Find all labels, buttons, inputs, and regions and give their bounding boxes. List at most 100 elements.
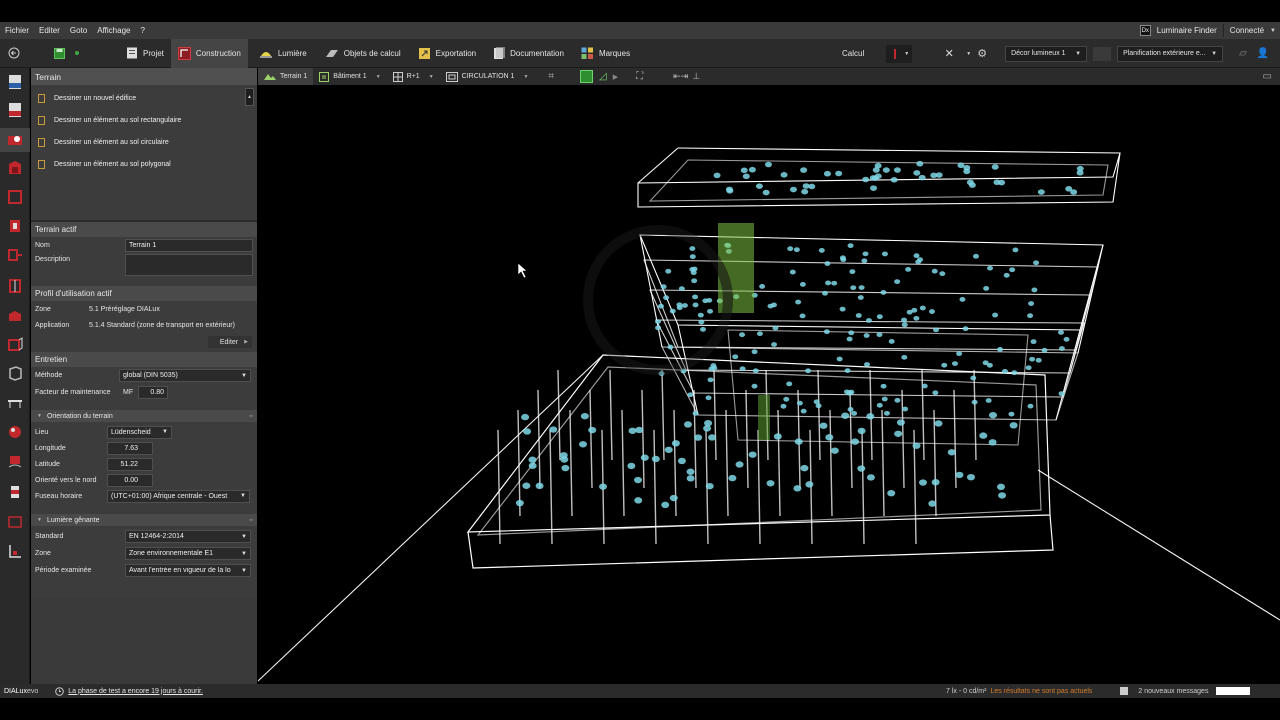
- grid-snap-icon[interactable]: ⌗: [548, 71, 554, 82]
- rectangle-tool-icon[interactable]: [7, 514, 23, 530]
- messages-text[interactable]: 2 nouveaux messages: [1138, 688, 1208, 695]
- height-icon[interactable]: ⊥: [692, 71, 700, 82]
- luminaire: [771, 342, 778, 347]
- quick-action-button[interactable]: [69, 39, 85, 68]
- tab-construction[interactable]: Construction: [170, 38, 248, 68]
- menu-help[interactable]: ?: [135, 26, 149, 35]
- tab-circulation-1[interactable]: CIRCULATION 1 ▼: [440, 68, 535, 85]
- panel-scroll-handle[interactable]: ▲: [245, 88, 254, 106]
- latitude-input[interactable]: 51.22: [107, 457, 153, 471]
- methode-select-value: global (DIN 5035): [123, 372, 178, 379]
- edit-profile-button[interactable]: Editer ▶: [208, 336, 252, 348]
- ceiling-tool-icon[interactable]: [7, 395, 23, 411]
- chevron-down-icon[interactable]: ▼: [429, 74, 434, 80]
- zone-env-select[interactable]: Zone environnementale E1 ▼: [125, 547, 251, 560]
- tab-objets-calcul[interactable]: Objets de calcul: [318, 39, 408, 68]
- luminaire: [661, 501, 670, 509]
- luminaire: [865, 318, 872, 323]
- luminaire: [818, 248, 825, 253]
- description-input[interactable]: [125, 254, 253, 276]
- 3d-viewport[interactable]: [258, 85, 1280, 684]
- lumiere-genante-header[interactable]: ▼ Lumière gênante ━: [31, 514, 257, 526]
- task-draw-polygon-element[interactable]: Dessiner un élément au sol polygonal: [31, 153, 257, 175]
- dimension-tool-icon[interactable]: [7, 543, 23, 559]
- wall-tool-icon[interactable]: [7, 218, 23, 234]
- tab-projet[interactable]: Projet: [119, 39, 171, 68]
- decor-select[interactable]: Décor lumineux 1 ▼: [1005, 45, 1088, 62]
- calcul-button[interactable]: Calcul: [836, 49, 870, 58]
- chevron-down-icon[interactable]: ▼: [376, 74, 381, 80]
- building-tool-icon[interactable]: [7, 160, 23, 176]
- chevron-down-icon: ▼: [241, 533, 247, 540]
- chevron-down-icon[interactable]: ▼: [1270, 28, 1276, 34]
- gear-icon[interactable]: ⚙: [977, 47, 987, 60]
- decor-options-button[interactable]: [1093, 46, 1112, 61]
- menu-fichier[interactable]: Fichier: [0, 26, 34, 35]
- view-3d-button[interactable]: [580, 70, 594, 83]
- tab-marques[interactable]: Marques: [574, 39, 637, 68]
- user-icon[interactable]: 👤: [1257, 48, 1269, 59]
- chevron-down-icon[interactable]: ▼: [966, 51, 971, 57]
- menu-editer[interactable]: Editer: [34, 26, 65, 35]
- nord-input[interactable]: 0.00: [107, 473, 153, 487]
- nom-input[interactable]: Terrain 1: [125, 238, 253, 252]
- fit-view-icon[interactable]: ⛶: [636, 71, 643, 82]
- luminaire-finder-link[interactable]: Luminaire Finder: [1157, 26, 1217, 35]
- pin-icon[interactable]: ━: [249, 517, 253, 524]
- layers-icon[interactable]: ▱: [1239, 48, 1247, 59]
- task-draw-circle-element[interactable]: Dessiner un élément au sol circulaire: [31, 131, 257, 153]
- tab-exportation[interactable]: Exportation: [411, 39, 483, 68]
- tab-documentation[interactable]: Documentation: [486, 39, 571, 68]
- dwg-import-icon[interactable]: [7, 74, 23, 90]
- tab-batiment-1[interactable]: Bâtiment 1 ▼: [313, 68, 386, 85]
- planification-select[interactable]: Planification extérieure e... ▼: [1117, 45, 1224, 62]
- mf-input[interactable]: 0.80: [138, 385, 168, 399]
- task-draw-rect-element[interactable]: Dessiner un élément au sol rectangulaire: [31, 109, 257, 131]
- longitude-input[interactable]: 7.63: [107, 441, 153, 455]
- pin-icon[interactable]: ━: [249, 413, 253, 420]
- delete-button[interactable]: ✕: [938, 45, 960, 63]
- tab-terrain-1[interactable]: Terrain 1: [258, 68, 314, 85]
- save-button[interactable]: [50, 39, 69, 68]
- tab-construction-label: Construction: [195, 48, 241, 58]
- floor-tool-icon[interactable]: [7, 189, 23, 205]
- row-nom: Nom Terrain 1: [31, 237, 257, 253]
- view-plan-icon[interactable]: ◿: [599, 71, 607, 82]
- tab-r-plus-1[interactable]: R+1 ▼: [387, 68, 440, 85]
- calc-stop-button[interactable]: ▼: [886, 44, 913, 63]
- window-tool-icon[interactable]: [7, 308, 23, 324]
- terrain-tool-active[interactable]: [0, 128, 30, 152]
- chevron-down-icon[interactable]: ▼: [523, 74, 528, 80]
- lieu-select[interactable]: Lüdenscheid ▼: [107, 425, 172, 439]
- paint-tool-icon[interactable]: [7, 424, 23, 440]
- element-tool-icon[interactable]: [7, 484, 23, 500]
- chevron-right-icon[interactable]: ▶: [613, 73, 618, 81]
- ifc-import-icon[interactable]: [7, 102, 23, 118]
- luminaire: [881, 396, 888, 402]
- messages-icon[interactable]: [1120, 687, 1129, 695]
- task-draw-building[interactable]: Dessiner un nouvel édifice: [31, 87, 257, 109]
- luminaire: [825, 434, 834, 441]
- fuseau-select[interactable]: (UTC+01:00) Afrique centrale - Ouest ▼: [107, 489, 250, 503]
- room-tool-icon[interactable]: [7, 247, 23, 263]
- methode-select[interactable]: global (DIN 5035) ▼: [119, 369, 251, 382]
- standard-select[interactable]: EN 12464-2:2014 ▼: [125, 530, 251, 543]
- screen-icon[interactable]: ▭: [1263, 71, 1272, 82]
- periode-select[interactable]: Avant l'entrée en vigueur de la lo ▼: [125, 564, 251, 577]
- column: [921, 369, 925, 461]
- stairs-tool-icon[interactable]: [7, 336, 23, 352]
- luminaire: [751, 383, 758, 389]
- orientation-header[interactable]: ▼ Orientation du terrain ━: [31, 410, 257, 422]
- menu-affichage[interactable]: Affichage: [92, 26, 135, 35]
- door-tool-icon[interactable]: [7, 278, 23, 294]
- trial-notice[interactable]: La phase de test a encore 19 jours à cou…: [55, 686, 203, 696]
- back-button[interactable]: [0, 39, 28, 68]
- tab-lumiere[interactable]: Lumière: [252, 39, 314, 68]
- cube-tool-icon[interactable]: [7, 365, 23, 381]
- furniture-tool-icon[interactable]: [7, 454, 23, 470]
- measure-icon[interactable]: ⇤⇥: [673, 71, 688, 82]
- connection-status[interactable]: Connecté: [1230, 26, 1264, 35]
- luminaire: [799, 313, 806, 319]
- calc-objects-icon: [325, 50, 338, 57]
- menu-goto[interactable]: Goto: [65, 26, 92, 35]
